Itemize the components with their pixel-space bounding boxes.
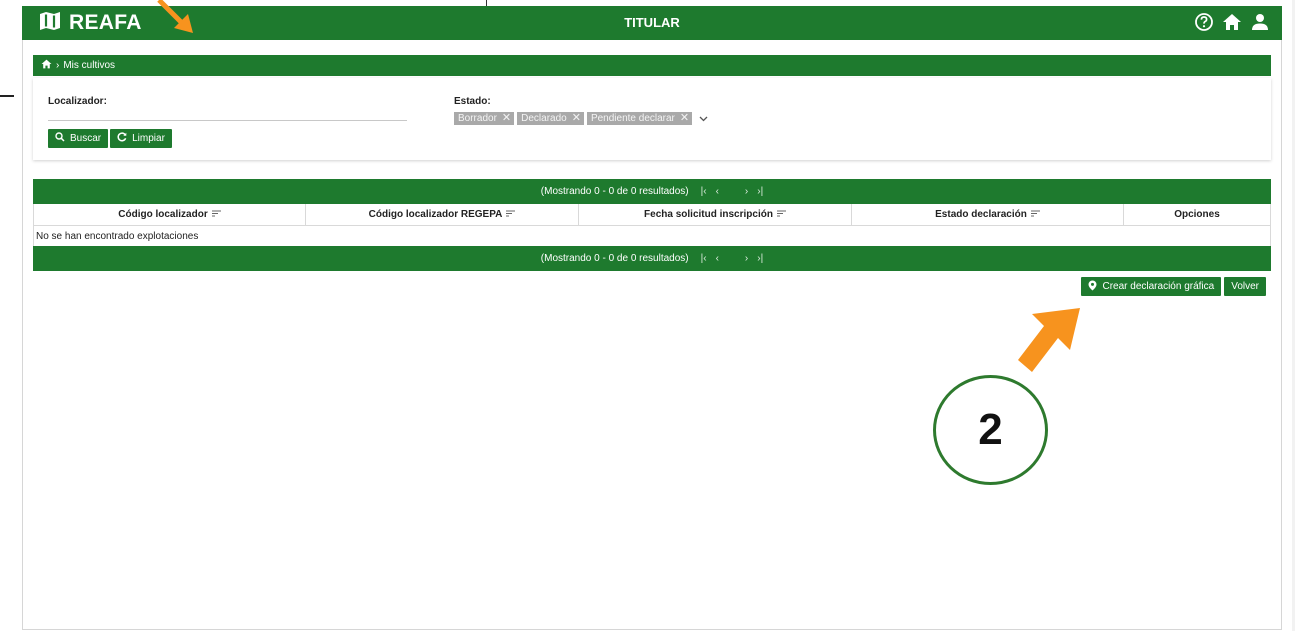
page-actions: Crear declaración gráfica Volver — [1081, 277, 1266, 296]
top-bar-icons — [1194, 12, 1270, 32]
search-icon — [55, 132, 65, 145]
help-icon[interactable] — [1194, 12, 1214, 32]
close-icon[interactable]: ✕ — [572, 113, 581, 124]
empty-row: No se han encontrado explotaciones — [33, 226, 1271, 246]
column-header-label: Código localizador — [118, 209, 208, 220]
section-title: TITULAR — [624, 15, 680, 30]
sort-icon[interactable] — [776, 209, 786, 220]
close-icon[interactable]: ✕ — [502, 113, 511, 124]
estado-label: Estado: — [454, 96, 491, 107]
back-button-label: Volver — [1231, 281, 1259, 292]
callout-arrow-create — [1018, 308, 1080, 372]
pager-summary: (Mostrando 0 - 0 de 0 resultados) — [540, 186, 689, 197]
column-header-label: Estado declaración — [935, 209, 1027, 220]
estado-chip[interactable]: Pendiente declarar ✕ — [586, 111, 693, 125]
chip-label: Pendiente declarar — [590, 112, 675, 124]
chevron-right-icon: › — [56, 60, 60, 71]
chip-label: Declarado — [521, 112, 567, 124]
next-page-icon[interactable]: › — [745, 253, 748, 264]
estado-chip[interactable]: Borrador ✕ — [454, 111, 515, 125]
pager-spacer — [728, 186, 736, 197]
column-header[interactable]: Código localizador REGEPA — [306, 204, 579, 225]
clear-button-label: Limpiar — [132, 133, 165, 144]
home-icon[interactable] — [41, 59, 52, 72]
empty-message: No se han encontrado explotaciones — [36, 230, 199, 242]
clear-button[interactable]: Limpiar — [110, 129, 172, 148]
next-page-icon[interactable]: › — [745, 186, 748, 197]
step-badge: 2 — [933, 375, 1048, 485]
step-number: 2 — [978, 405, 1003, 454]
back-button[interactable]: Volver — [1224, 277, 1266, 296]
close-icon[interactable]: ✕ — [680, 113, 689, 124]
screenshot-stage: REAFA TITULAR › Mis cultivos Localizador… — [0, 0, 1295, 631]
pager-top: (Mostrando 0 - 0 de 0 resultados) |‹ ‹ ›… — [33, 179, 1271, 204]
last-page-icon[interactable]: ›| — [757, 253, 763, 264]
localizador-underline — [48, 120, 407, 121]
refresh-icon — [117, 132, 127, 145]
last-page-icon[interactable]: ›| — [757, 186, 763, 197]
first-page-icon[interactable]: |‹ — [701, 253, 707, 264]
breadcrumb: › Mis cultivos — [33, 55, 1271, 76]
filter-panel: Localizador: Estado: Borrador ✕ Declarad… — [33, 78, 1271, 160]
prev-page-icon[interactable]: ‹ — [716, 253, 719, 264]
search-button-label: Buscar — [70, 133, 102, 144]
first-page-icon[interactable]: |‹ — [701, 186, 707, 197]
estado-select[interactable]: Borrador ✕ Declarado ✕ Pendiente declara… — [454, 109, 708, 127]
create-declaration-button[interactable]: Crear declaración gráfica — [1081, 277, 1222, 296]
column-header[interactable]: Código localizador — [34, 204, 306, 225]
sort-icon[interactable] — [506, 209, 516, 220]
edge-line — [0, 95, 14, 97]
sort-icon[interactable] — [211, 209, 221, 220]
column-header-label: Opciones — [1174, 209, 1220, 220]
column-header[interactable]: Fecha solicitud inscripción — [579, 204, 852, 225]
pager-spacer — [728, 253, 736, 264]
prev-page-icon[interactable]: ‹ — [716, 186, 719, 197]
localizador-input[interactable] — [48, 106, 407, 120]
create-declaration-label: Crear declaración gráfica — [1102, 281, 1215, 292]
home-icon[interactable] — [1222, 12, 1242, 32]
pager-summary: (Mostrando 0 - 0 de 0 resultados) — [540, 253, 689, 264]
map-pin-icon — [1088, 280, 1097, 294]
user-icon[interactable] — [1250, 12, 1270, 32]
filter-actions: Buscar Limpiar — [48, 129, 172, 148]
pager-bottom: (Mostrando 0 - 0 de 0 resultados) |‹ ‹ ›… — [33, 246, 1271, 271]
callout-arrow-top — [157, 0, 193, 33]
column-header: Opciones — [1124, 204, 1270, 225]
column-header-label: Fecha solicitud inscripción — [644, 209, 773, 220]
pager-controls: |‹ ‹ › ›| — [701, 253, 764, 264]
pager-controls: |‹ ‹ › ›| — [701, 186, 764, 197]
table-header: Código localizador Código localizador RE… — [33, 204, 1271, 226]
chip-label: Borrador — [458, 112, 497, 124]
column-header-label: Código localizador REGEPA — [368, 209, 503, 220]
estado-chip[interactable]: Declarado ✕ — [517, 111, 584, 125]
top-bar: REAFA TITULAR — [22, 6, 1282, 40]
chevron-down-icon[interactable] — [699, 109, 708, 127]
search-button[interactable]: Buscar — [48, 129, 109, 148]
sort-icon[interactable] — [1030, 209, 1040, 220]
breadcrumb-current[interactable]: Mis cultivos — [63, 60, 115, 71]
column-header[interactable]: Estado declaración — [852, 204, 1124, 225]
results-table: (Mostrando 0 - 0 de 0 resultados) |‹ ‹ ›… — [33, 179, 1271, 271]
